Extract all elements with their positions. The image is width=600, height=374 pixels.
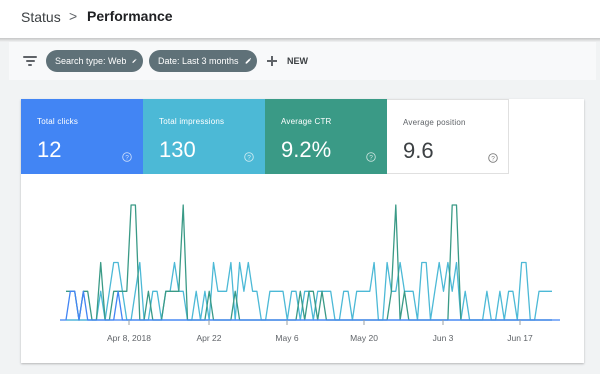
performance-chart: Apr 8, 2018 Apr 22 May 6 May 20 Jun 3 Jun 17 xyxy=(60,204,560,343)
x-tick-label: May 20 xyxy=(350,333,378,343)
x-tick-label: Jun 17 xyxy=(507,333,533,343)
x-tick-label: Apr 22 xyxy=(196,333,221,343)
x-axis-ticks: Apr 8, 2018 Apr 22 May 6 May 20 Jun 3 Jun 17 xyxy=(107,320,533,343)
chart-series-group xyxy=(65,204,552,321)
chart-series-line-1 xyxy=(66,204,552,321)
x-tick-label: Apr 8, 2018 xyxy=(107,333,151,343)
performance-page: Status > Performance Search type: Web Da… xyxy=(0,0,600,374)
x-tick-label: May 6 xyxy=(275,333,298,343)
x-tick-label: Jun 3 xyxy=(433,333,454,343)
